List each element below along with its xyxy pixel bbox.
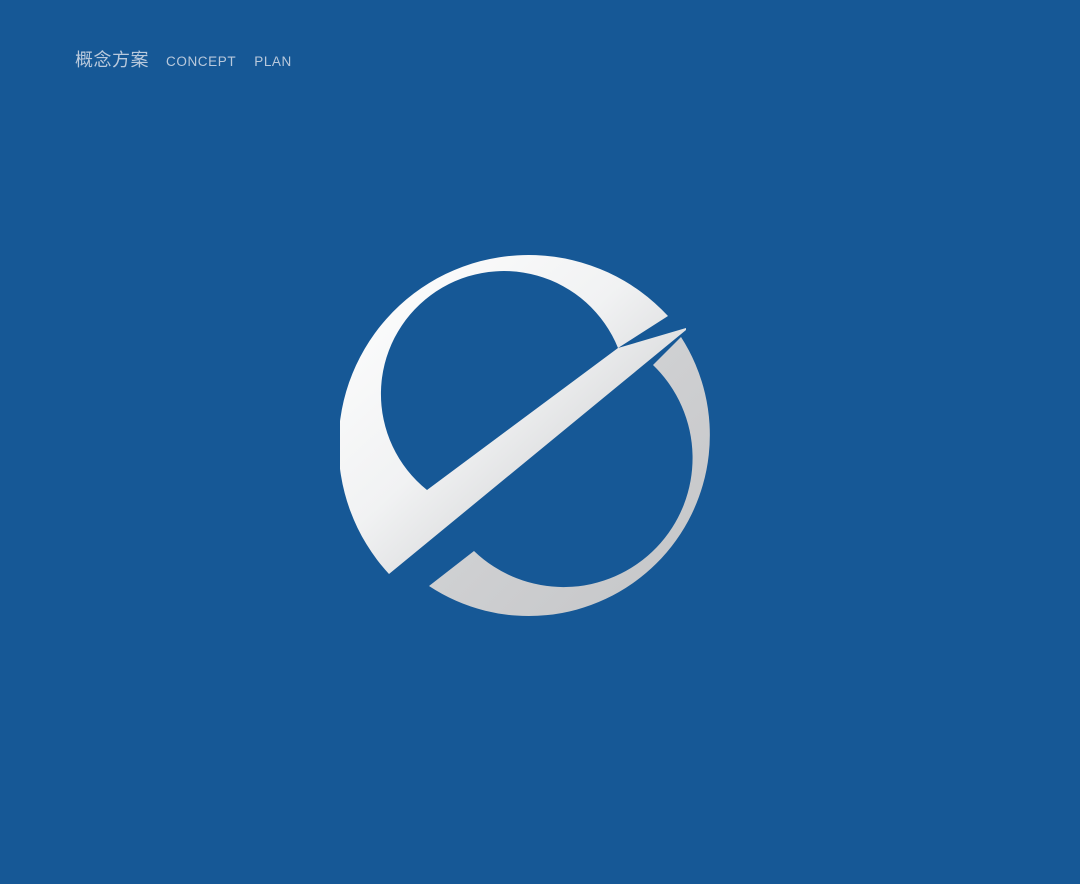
title-chinese: 概念方案 — [75, 50, 149, 71]
header: 概念方案 CONCEPT PLAN — [75, 46, 292, 72]
logo-upper-arc — [340, 255, 686, 574]
title-plan: PLAN — [254, 54, 292, 69]
title-concept: CONCEPT — [166, 54, 237, 69]
circle-slash-logo-icon — [340, 255, 710, 617]
logo — [340, 244, 740, 644]
